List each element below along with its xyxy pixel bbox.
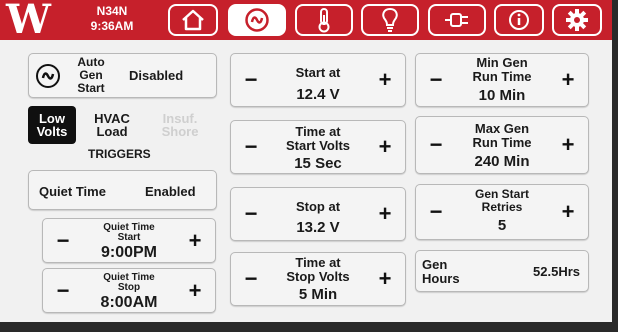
stop-at-value: 13.2 V	[296, 219, 340, 236]
tab-gen-start[interactable]	[228, 4, 286, 36]
time-at-stop-volts-label: Time at Stop Volts	[267, 256, 369, 284]
label-line: Hours	[422, 271, 460, 286]
time-at-start-volts-stepper: − Time at Start Volts 15 Sec +	[230, 120, 406, 174]
label-line: Run Time	[472, 135, 532, 150]
label-line: Stop	[117, 282, 141, 293]
stop-at-stepper: − Stop at 13.2 V +	[230, 187, 406, 241]
max-gen-run-time-stepper: − Max Gen Run Time 240 Min +	[415, 116, 589, 174]
decrease-button[interactable]: −	[47, 219, 79, 262]
trigger-low-volts[interactable]: Low Volts	[28, 106, 76, 144]
tab-info[interactable]	[494, 4, 544, 36]
increase-button[interactable]: +	[552, 185, 584, 239]
increase-button[interactable]: +	[552, 54, 584, 106]
decrease-button[interactable]: −	[235, 188, 267, 240]
increase-button[interactable]: +	[369, 188, 401, 240]
clock-time: 9:36AM	[90, 19, 134, 33]
gear-icon	[566, 9, 588, 31]
gen-start-retries-label: Gen Start Retries	[452, 188, 552, 214]
home-icon	[182, 9, 204, 31]
label-line: Start Volts	[285, 138, 351, 153]
label-line: Run Time	[472, 69, 532, 84]
gen-start-retries-value: 5	[497, 217, 507, 234]
quiet-time-toggle[interactable]: Quiet Time Enabled	[28, 170, 217, 210]
triggers-group: Low Volts HVAC Load Insuf. Shore TRIGGERS	[28, 106, 217, 162]
quiet-time-start-stepper: − Quiet Time Start 9:00PM +	[42, 218, 216, 263]
label-line: Shore	[161, 124, 199, 139]
tab-settings[interactable]	[552, 4, 602, 36]
increase-button[interactable]: +	[369, 121, 401, 173]
decrease-button[interactable]: −	[420, 117, 452, 173]
tab-power[interactable]	[428, 4, 486, 36]
unit-name: N34N	[96, 4, 128, 18]
label-line: Time at	[295, 124, 341, 139]
quiet-time-stop-stepper: − Quiet Time Stop 8:00AM +	[42, 268, 216, 313]
quiet-time-stop-label: Quiet Time Stop	[79, 273, 179, 293]
label-line: Start	[117, 232, 141, 243]
decrease-button[interactable]: −	[420, 185, 452, 239]
generator-icon	[36, 64, 60, 88]
label-line: Load	[96, 124, 128, 139]
gen-hours-display: Gen Hours 52.5Hrs	[415, 250, 589, 292]
max-gen-run-time-value: 240 Min	[474, 153, 530, 170]
gen-hours-label: Gen Hours	[422, 258, 460, 286]
increase-button[interactable]: +	[552, 117, 584, 173]
tab-lighting[interactable]	[361, 4, 419, 36]
auto-gen-start-value: Disabled	[129, 68, 184, 83]
quiet-time-value: Enabled	[145, 184, 196, 199]
time-at-stop-volts-value: 5 Min	[298, 286, 338, 303]
gen-hours-value: 52.5Hrs	[533, 264, 580, 279]
label-line: Min Gen	[476, 55, 528, 70]
label-line: Retries	[481, 200, 523, 214]
start-at-value: 12.4 V	[296, 86, 340, 103]
time-at-start-volts-value: 15 Sec	[294, 155, 342, 172]
min-gen-run-time-stepper: − Min Gen Run Time 10 Min +	[415, 53, 589, 107]
quiet-time-stop-value: 8:00AM	[100, 294, 158, 311]
quiet-time-label: Quiet Time	[39, 184, 106, 199]
min-gen-run-time-label: Min Gen Run Time	[452, 56, 552, 84]
stop-at-label: Stop at	[295, 199, 341, 214]
decrease-button[interactable]: −	[235, 54, 267, 106]
quiet-time-start-label: Quiet Time Start	[79, 223, 179, 243]
gen-start-retries-stepper: − Gen Start Retries 5 +	[415, 184, 589, 240]
label-line: Time at	[295, 255, 341, 270]
lightbulb-icon	[382, 7, 398, 32]
quiet-time-start-value: 9:00PM	[100, 244, 158, 261]
auto-gen-start-toggle[interactable]: Auto Gen Start Disabled	[28, 53, 217, 98]
time-at-stop-volts-stepper: − Time at Stop Volts 5 Min +	[230, 252, 406, 306]
header-info: N34N 9:36AM	[66, 4, 158, 34]
generator-icon	[245, 8, 269, 32]
trigger-hvac-load[interactable]: HVAC Load	[80, 106, 144, 144]
brand-logo: W	[6, 0, 51, 43]
increase-button[interactable]: +	[179, 269, 211, 312]
touchscreen: W N34N 9:36AM Auto Gen Start Disabled Lo…	[0, 0, 618, 332]
label-line: Start	[77, 81, 105, 95]
auto-gen-start-label: Auto Gen Start	[69, 56, 113, 95]
header-bar: W N34N 9:36AM	[0, 0, 612, 43]
start-at-stepper: − Start at 12.4 V +	[230, 53, 406, 107]
min-gen-run-time-value: 10 Min	[478, 87, 526, 104]
decrease-button[interactable]: −	[420, 54, 452, 106]
label-line: Gen	[422, 257, 448, 272]
increase-button[interactable]: +	[179, 219, 211, 262]
max-gen-run-time-label: Max Gen Run Time	[452, 122, 552, 150]
increase-button[interactable]: +	[369, 54, 401, 106]
tab-home[interactable]	[168, 4, 218, 36]
thermometer-icon	[318, 8, 330, 33]
label-line: Volts	[36, 124, 68, 139]
plug-icon	[445, 13, 468, 27]
tab-temperature[interactable]	[295, 4, 353, 36]
decrease-button[interactable]: −	[235, 253, 267, 305]
triggers-title: TRIGGERS	[88, 147, 151, 161]
decrease-button[interactable]: −	[47, 269, 79, 312]
label-line: Max Gen	[474, 121, 530, 136]
trigger-insuf-shore[interactable]: Insuf. Shore	[148, 106, 212, 144]
decrease-button[interactable]: −	[235, 121, 267, 173]
start-at-label: Start at	[295, 65, 341, 80]
label-line: Stop Volts	[286, 269, 350, 284]
info-icon	[509, 10, 529, 30]
time-at-start-volts-label: Time at Start Volts	[267, 125, 369, 153]
increase-button[interactable]: +	[369, 253, 401, 305]
